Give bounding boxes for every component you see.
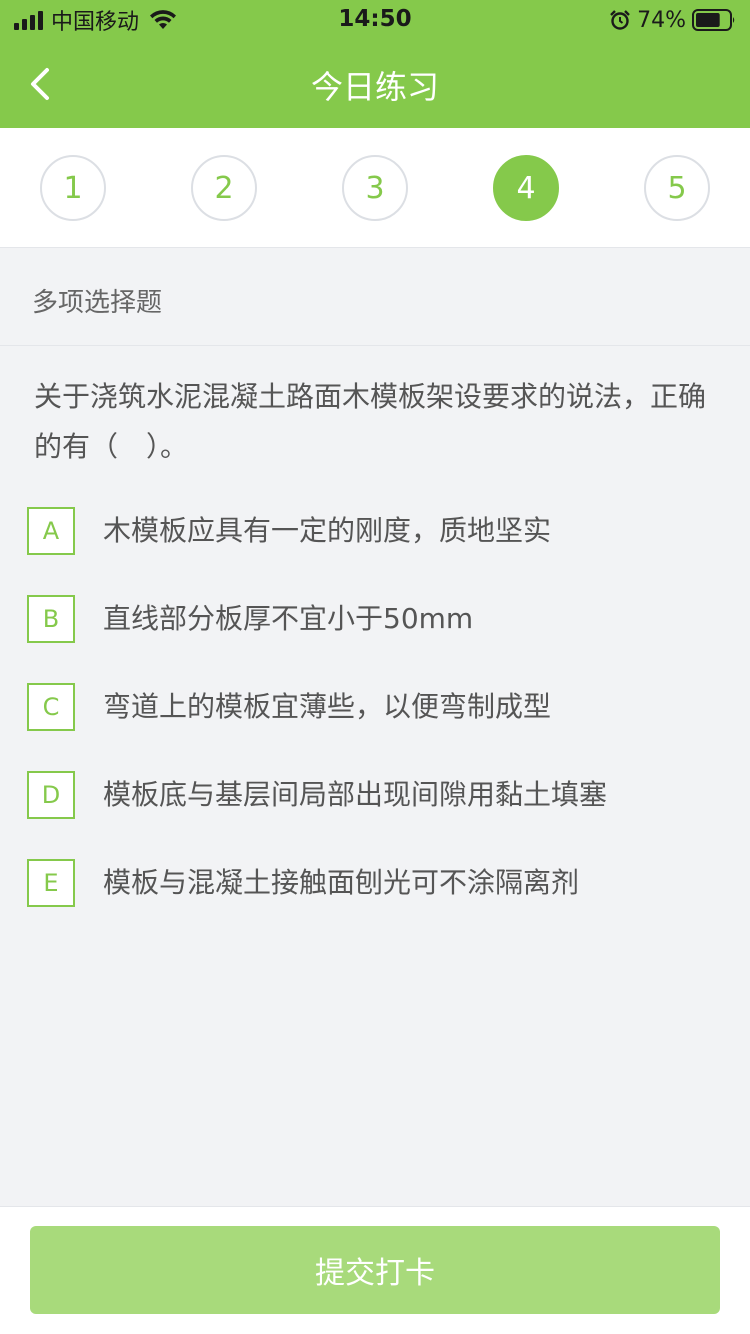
option-key[interactable]: E <box>27 859 75 907</box>
status-bar: 中国移动 14:50 74% <box>0 0 750 40</box>
option-key[interactable]: C <box>27 683 75 731</box>
option-e[interactable]: E 模板与混凝土接触面刨光可不涂隔离剂 <box>27 859 727 907</box>
option-text[interactable]: 模板底与基层间局部出现间隙用黏土填塞 <box>103 775 607 815</box>
alarm-clock-icon <box>610 10 630 30</box>
option-text[interactable]: 模板与混凝土接触面刨光可不涂隔离剂 <box>103 863 579 903</box>
question-text: 关于浇筑水泥混凝土路面木模板架设要求的说法，正确的有（ ）。 <box>34 380 707 463</box>
option-a[interactable]: A 木模板应具有一定的刚度，质地坚实 <box>27 507 727 555</box>
question-type: 多项选择题 <box>32 288 163 318</box>
option-key[interactable]: D <box>27 771 75 819</box>
option-b[interactable]: B 直线部分板厚不宜小于50mm <box>27 595 727 643</box>
option-key[interactable]: B <box>27 595 75 643</box>
battery-icon <box>692 9 735 31</box>
option-key[interactable]: A <box>27 507 75 555</box>
status-right: 74% <box>609 6 736 34</box>
nav-bar: 今日练习 <box>0 40 750 128</box>
submit-button[interactable]: 提交打卡 <box>30 1226 720 1314</box>
battery-percent: 74% <box>637 7 686 33</box>
question-type-row: 多项选择题 <box>0 248 750 346</box>
step-3[interactable]: 3 <box>342 155 408 221</box>
page-title: 今日练习 <box>310 68 439 106</box>
option-text[interactable]: 木模板应具有一定的刚度，质地坚实 <box>103 511 551 551</box>
option-text[interactable]: 弯道上的模板宜薄些，以便弯制成型 <box>103 687 551 727</box>
option-text[interactable]: 直线部分板厚不宜小于50mm <box>103 599 473 639</box>
step-2[interactable]: 2 <box>191 155 257 221</box>
step-1[interactable]: 1 <box>40 155 106 221</box>
option-d[interactable]: D 模板底与基层间局部出现间隙用黏土填塞 <box>27 771 727 819</box>
step-4[interactable]: 4 <box>493 155 559 221</box>
bottom-bar: 提交打卡 <box>0 1206 750 1334</box>
step-5[interactable]: 5 <box>644 155 710 221</box>
option-c[interactable]: C 弯道上的模板宜薄些，以便弯制成型 <box>27 683 727 731</box>
question-stepper: 1 2 3 4 5 <box>0 128 750 248</box>
